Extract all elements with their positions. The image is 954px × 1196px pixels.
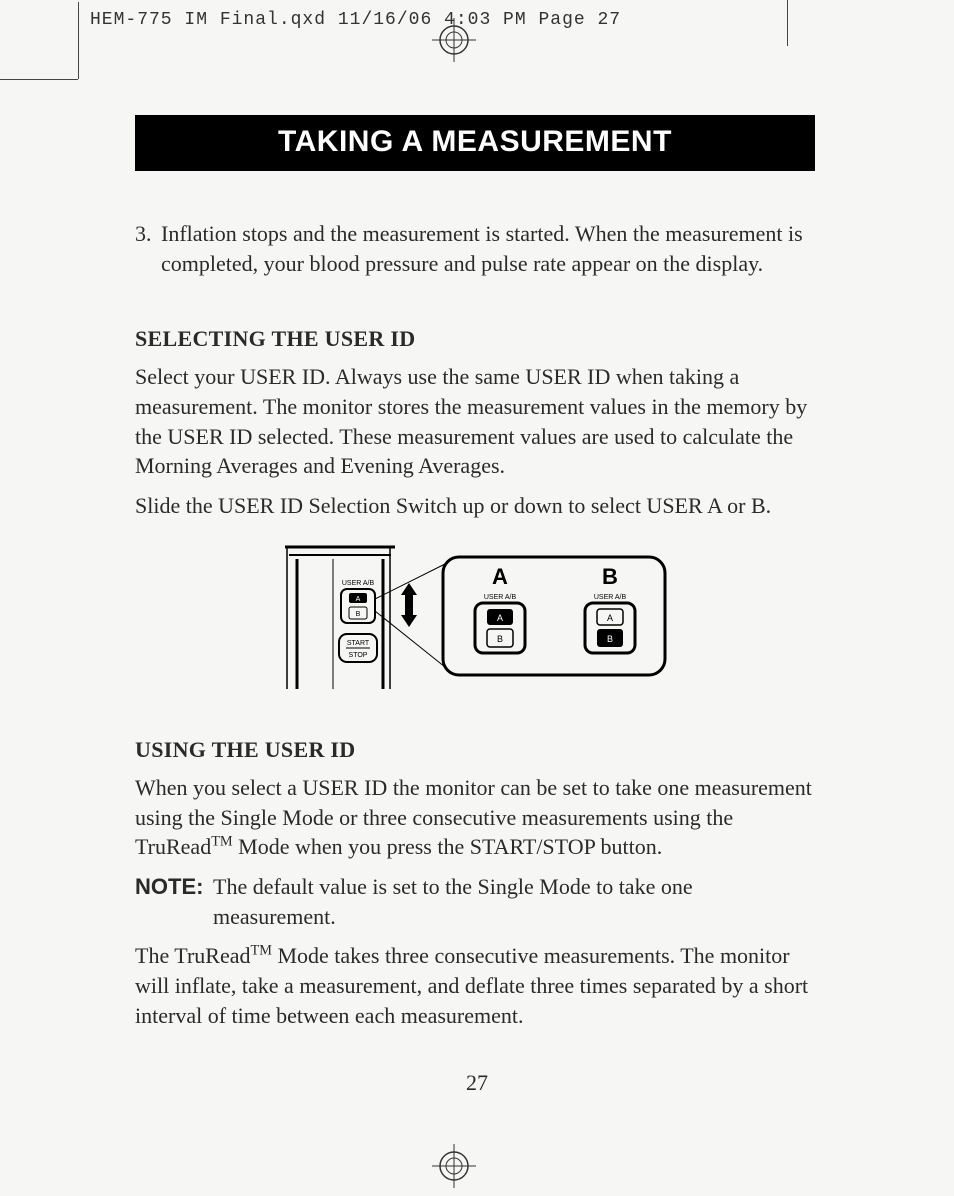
step-text: Inflation stops and the measurement is s…	[161, 219, 815, 278]
label-a: A	[492, 564, 508, 589]
page-number: 27	[0, 1070, 954, 1096]
updown-arrow-icon	[401, 583, 417, 627]
using-p1: When you select a USER ID the monitor ca…	[135, 773, 815, 862]
crop-mark-right	[787, 0, 788, 46]
svg-text:A: A	[497, 613, 503, 623]
step-3: 3. Inflation stops and the measurement i…	[135, 219, 815, 278]
user-id-switch-diagram: USER A/B A B START STOP A USER A/B	[275, 539, 675, 689]
note: NOTE: The default value is set to the Si…	[135, 872, 815, 931]
svg-text:B: B	[356, 611, 361, 618]
selecting-p2: Slide the USER ID Selection Switch up or…	[135, 491, 815, 521]
svg-text:A: A	[356, 596, 361, 603]
registration-mark-top-icon	[432, 18, 476, 62]
crop-mark-left-h	[0, 79, 78, 80]
svg-text:B: B	[607, 634, 613, 644]
svg-text:B: B	[497, 634, 503, 644]
label-user-ab: USER A/B	[342, 580, 375, 587]
label-b: B	[602, 564, 618, 589]
svg-text:USER A/B: USER A/B	[594, 594, 627, 601]
print-slug: HEM-775 IM Final.qxd 11/16/06 4:03 PM Pa…	[90, 10, 621, 30]
note-text: The default value is set to the Single M…	[213, 872, 815, 931]
heading-using-user-id: USING THE USER ID	[135, 737, 815, 763]
using-p2: The TruReadTM Mode takes three consecuti…	[135, 941, 815, 1030]
section-title: TAKING A MEASUREMENT	[135, 115, 815, 171]
registration-mark-bottom-icon	[432, 1144, 476, 1188]
note-label: NOTE:	[135, 872, 213, 931]
selecting-p1: Select your USER ID. Always use the same…	[135, 362, 815, 481]
step-number: 3.	[135, 219, 161, 278]
heading-selecting-user-id: SELECTING THE USER ID	[135, 326, 815, 352]
label-stop: STOP	[349, 652, 368, 659]
crop-mark-left-v	[78, 2, 79, 79]
svg-text:USER A/B: USER A/B	[484, 594, 517, 601]
label-start: START	[347, 640, 370, 647]
svg-text:A: A	[607, 613, 613, 623]
page-content: TAKING A MEASUREMENT 3. Inflation stops …	[135, 115, 815, 1030]
